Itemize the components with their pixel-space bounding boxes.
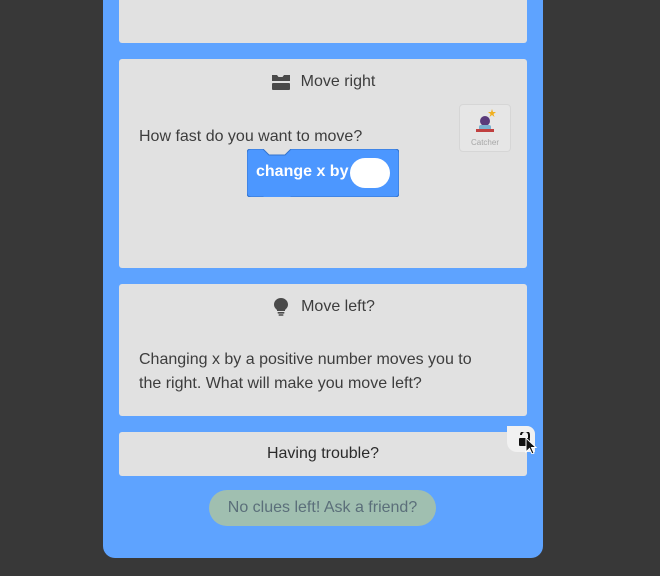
card-text: How fast do you want to move?: [139, 128, 363, 145]
hint-card-move-left: Move left? Changing x by a positive numb…: [119, 284, 527, 416]
block-label: change x by: [256, 163, 349, 180]
hint-panel: Move right How fast do you want to move?…: [103, 0, 543, 558]
card-text: Changing x by a positive number moves yo…: [139, 351, 472, 392]
hint-card-move-right: Move right How fast do you want to move?…: [119, 59, 527, 268]
having-trouble-card[interactable]: Having trouble?: [119, 426, 538, 476]
card-title: Having trouble?: [266, 445, 380, 462]
catcher-sprite-icon: [476, 109, 496, 132]
previous-hint-card: [119, 0, 527, 43]
block-number-input[interactable]: [350, 158, 390, 188]
card-title: Move left?: [301, 298, 375, 315]
ask-friend-button[interactable]: No clues left! Ask a friend?: [209, 490, 436, 526]
unlock-cursor-icon: [519, 432, 538, 454]
unlock-tab[interactable]: [507, 426, 538, 454]
lightbulb-icon: [271, 297, 291, 317]
sprite-thumbnail: Catcher: [459, 104, 511, 152]
change-x-by-block[interactable]: change x by: [247, 149, 399, 197]
card-title: Move right: [300, 73, 376, 90]
card-heading: Move right: [119, 72, 527, 92]
sprite-name: Catcher: [470, 138, 499, 147]
card-heading: Move left?: [119, 297, 527, 317]
blocks-icon: [271, 72, 291, 92]
